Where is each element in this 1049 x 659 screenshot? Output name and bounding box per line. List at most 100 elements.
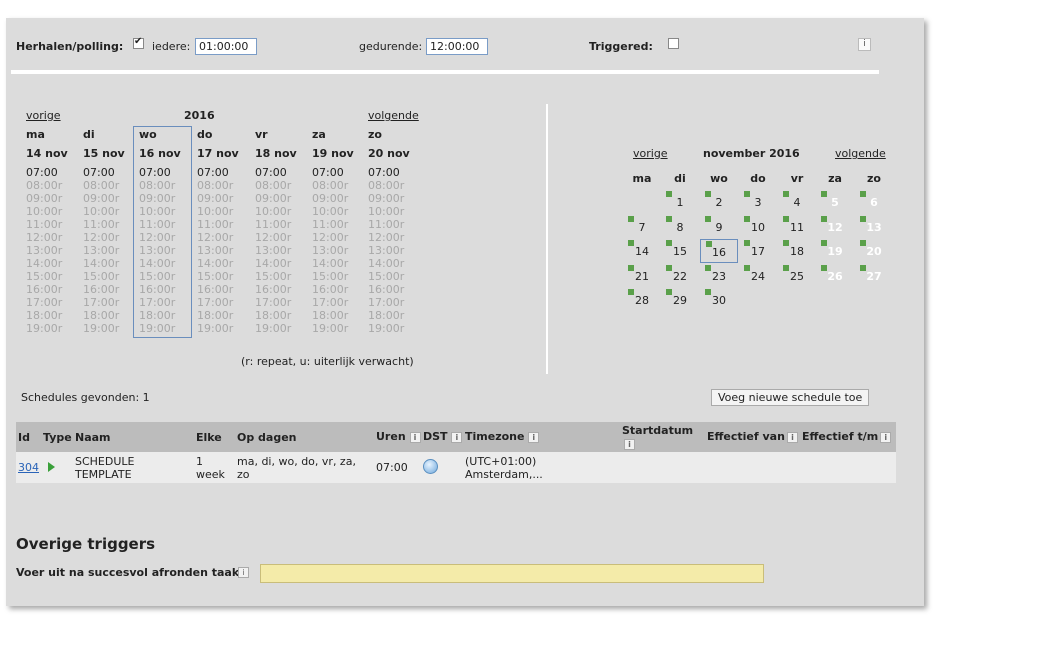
- calendar-day[interactable]: 18: [778, 239, 816, 263]
- time-slot-repeat[interactable]: 12:00r: [139, 231, 197, 244]
- calendar-day[interactable]: 28: [623, 288, 661, 312]
- calendar-day[interactable]: 6: [855, 190, 893, 214]
- time-slot-repeat[interactable]: 12:00r: [368, 231, 426, 244]
- week-day-column[interactable]: do 17 nov 07:00 08:00r 09:00r 10:00r 11:00r 12:…: [197, 128, 255, 335]
- during-input[interactable]: [426, 38, 488, 55]
- time-slot-repeat[interactable]: 08:00r: [139, 179, 197, 192]
- calendar-day[interactable]: 25: [778, 264, 816, 288]
- time-slot-repeat[interactable]: 16:00r: [26, 283, 84, 296]
- time-slot-repeat[interactable]: 14:00r: [197, 257, 255, 270]
- time-slot-repeat[interactable]: 08:00r: [368, 179, 426, 192]
- time-slot-repeat[interactable]: 17:00r: [83, 296, 141, 309]
- time-slot-repeat[interactable]: 11:00r: [197, 218, 255, 231]
- time-slot-repeat[interactable]: 09:00r: [368, 192, 426, 205]
- time-slot-repeat[interactable]: 18:00r: [197, 309, 255, 322]
- time-slot-repeat[interactable]: 19:00r: [312, 322, 370, 335]
- time-slot[interactable]: 07:00: [255, 166, 313, 179]
- calendar-day[interactable]: 27: [855, 264, 893, 288]
- calendar-day[interactable]: 24: [739, 264, 777, 288]
- add-schedule-button[interactable]: Voeg nieuwe schedule toe: [711, 389, 870, 406]
- time-slot-repeat[interactable]: 14:00r: [83, 257, 141, 270]
- time-slot-repeat[interactable]: 17:00r: [368, 296, 426, 309]
- calendar-day[interactable]: 9: [700, 215, 738, 239]
- week-day-column[interactable]: ma 14 nov 07:00 08:00r 09:00r 10:00r 11:00r 12:…: [26, 128, 84, 335]
- time-slot[interactable]: 07:00: [26, 166, 84, 179]
- every-input[interactable]: [195, 38, 257, 55]
- time-slot-repeat[interactable]: 09:00r: [139, 192, 197, 205]
- calendar-day[interactable]: 20: [855, 239, 893, 263]
- time-slot-repeat[interactable]: 14:00r: [312, 257, 370, 270]
- calendar-day[interactable]: 19: [816, 239, 854, 263]
- time-slot-repeat[interactable]: 14:00r: [139, 257, 197, 270]
- time-slot-repeat[interactable]: 15:00r: [26, 270, 84, 283]
- time-slot-repeat[interactable]: 18:00r: [255, 309, 313, 322]
- week-day-column[interactable]: vr 18 nov 07:00 08:00r 09:00r 10:00r 11:00r 12:…: [255, 128, 313, 335]
- week-day-column[interactable]: za 19 nov 07:00 08:00r 09:00r 10:00r 11:00r 12:…: [312, 128, 370, 335]
- time-slot-repeat[interactable]: 16:00r: [83, 283, 141, 296]
- time-slot-repeat[interactable]: 18:00r: [83, 309, 141, 322]
- week-next-link[interactable]: volgende: [368, 109, 419, 122]
- time-slot-repeat[interactable]: 12:00r: [83, 231, 141, 244]
- time-slot[interactable]: 07:00: [368, 166, 426, 179]
- time-slot-repeat[interactable]: 10:00r: [312, 205, 370, 218]
- polling-checkbox[interactable]: [133, 36, 144, 49]
- time-slot-repeat[interactable]: 16:00r: [312, 283, 370, 296]
- time-slot-repeat[interactable]: 10:00r: [197, 205, 255, 218]
- time-slot-repeat[interactable]: 15:00r: [83, 270, 141, 283]
- time-slot-repeat[interactable]: 15:00r: [255, 270, 313, 283]
- calendar-day[interactable]: 14: [623, 239, 661, 263]
- time-slot-repeat[interactable]: 09:00r: [312, 192, 370, 205]
- time-slot-repeat[interactable]: 18:00r: [368, 309, 426, 322]
- week-day-column[interactable]: di 15 nov 07:00 08:00r 09:00r 10:00r 11:00r 12:…: [83, 128, 141, 335]
- time-slot-repeat[interactable]: 17:00r: [255, 296, 313, 309]
- calendar-day[interactable]: 11: [778, 215, 816, 239]
- time-slot-repeat[interactable]: 08:00r: [255, 179, 313, 192]
- dst-info-icon[interactable]: i: [451, 431, 463, 443]
- calendar-day[interactable]: 23: [700, 264, 738, 288]
- info-icon[interactable]: i: [858, 38, 871, 51]
- time-slot-repeat[interactable]: 10:00r: [139, 205, 197, 218]
- calendar-day[interactable]: 17: [739, 239, 777, 263]
- week-prev-link[interactable]: vorige: [26, 109, 61, 122]
- time-slot-repeat[interactable]: 12:00r: [197, 231, 255, 244]
- time-slot-repeat[interactable]: 12:00r: [26, 231, 84, 244]
- eff-to-info-icon[interactable]: i: [880, 431, 892, 443]
- time-slot-repeat[interactable]: 13:00r: [26, 244, 84, 257]
- time-slot-repeat[interactable]: 17:00r: [197, 296, 255, 309]
- week-day-column[interactable]: zo 20 nov 07:00 08:00r 09:00r 10:00r 11:00r 12:…: [368, 128, 426, 335]
- time-slot-repeat[interactable]: 13:00r: [255, 244, 313, 257]
- time-slot-repeat[interactable]: 14:00r: [26, 257, 84, 270]
- calendar-day[interactable]: 8: [661, 215, 699, 239]
- calendar-day[interactable]: 12: [816, 215, 854, 239]
- time-slot-repeat[interactable]: 11:00r: [368, 218, 426, 231]
- time-slot-repeat[interactable]: 11:00r: [26, 218, 84, 231]
- time-slot-repeat[interactable]: 08:00r: [197, 179, 255, 192]
- eff-from-info-icon[interactable]: i: [786, 431, 798, 443]
- time-slot-repeat[interactable]: 09:00r: [197, 192, 255, 205]
- time-slot-repeat[interactable]: 19:00r: [83, 322, 141, 335]
- run-after-task-field[interactable]: [260, 564, 764, 583]
- calendar-day[interactable]: 7: [623, 215, 661, 239]
- time-slot-repeat[interactable]: 08:00r: [26, 179, 84, 192]
- calendar-day[interactable]: 2: [700, 190, 738, 214]
- week-day-column[interactable]: wo 16 nov 07:00 08:00r 09:00r 10:00r 11:00r 12:…: [139, 128, 197, 335]
- time-slot-repeat[interactable]: 11:00r: [139, 218, 197, 231]
- calendar-day[interactable]: 15: [661, 239, 699, 263]
- time-slot-repeat[interactable]: 11:00r: [83, 218, 141, 231]
- time-slot-repeat[interactable]: 10:00r: [368, 205, 426, 218]
- timezone-info-icon[interactable]: i: [528, 431, 540, 443]
- time-slot-repeat[interactable]: 15:00r: [368, 270, 426, 283]
- time-slot-repeat[interactable]: 19:00r: [197, 322, 255, 335]
- time-slot-repeat[interactable]: 10:00r: [26, 205, 84, 218]
- calendar-day[interactable]: 5: [816, 190, 854, 214]
- calendar-day[interactable]: 30: [700, 288, 738, 312]
- time-slot-repeat[interactable]: 09:00r: [26, 192, 84, 205]
- triggered-checkbox[interactable]: [667, 38, 679, 49]
- time-slot-repeat[interactable]: 16:00r: [368, 283, 426, 296]
- calendar-day[interactable]: 10: [739, 215, 777, 239]
- time-slot-repeat[interactable]: 11:00r: [312, 218, 370, 231]
- time-slot-repeat[interactable]: 19:00r: [255, 322, 313, 335]
- time-slot-repeat[interactable]: 19:00r: [139, 322, 197, 335]
- time-slot-repeat[interactable]: 11:00r: [255, 218, 313, 231]
- time-slot-repeat[interactable]: 14:00r: [255, 257, 313, 270]
